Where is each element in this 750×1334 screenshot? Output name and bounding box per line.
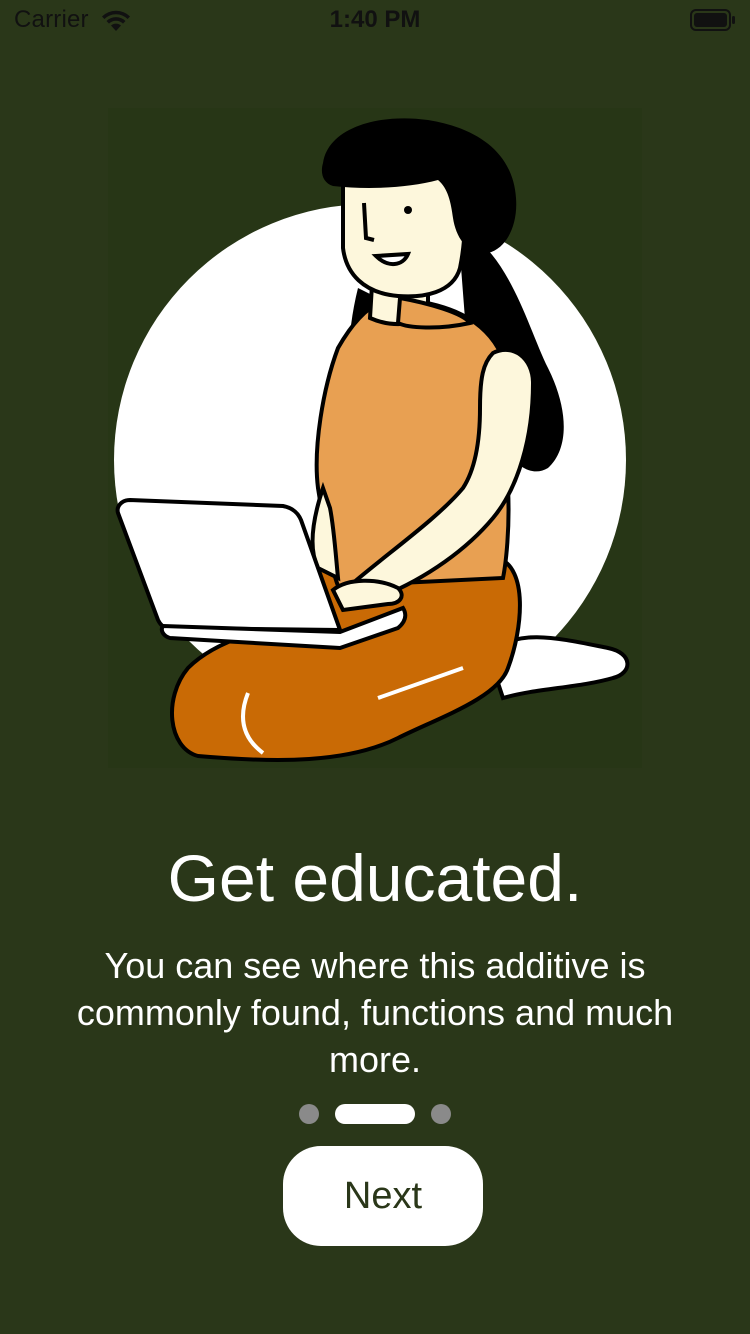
page-description: You can see where this additive is commo…	[76, 945, 674, 1080]
page-dot-2-active[interactable]	[335, 1104, 415, 1124]
page-indicator[interactable]	[0, 1104, 750, 1124]
status-time: 1:40 PM	[329, 6, 421, 33]
page-title: Get educated.	[167, 841, 583, 915]
illustration-graphic	[114, 118, 630, 762]
next-button[interactable]: Next	[283, 1146, 483, 1246]
status-bar: Carrier 1:40 PM	[0, 0, 750, 40]
page-dot-3[interactable]	[431, 1104, 451, 1124]
battery-icon	[690, 9, 735, 31]
onboarding-screen: Carrier 1:40 PM Get educated. You can se…	[0, 0, 750, 1334]
woman-with-laptop-illustration	[108, 108, 642, 768]
page-dot-1[interactable]	[299, 1104, 319, 1124]
